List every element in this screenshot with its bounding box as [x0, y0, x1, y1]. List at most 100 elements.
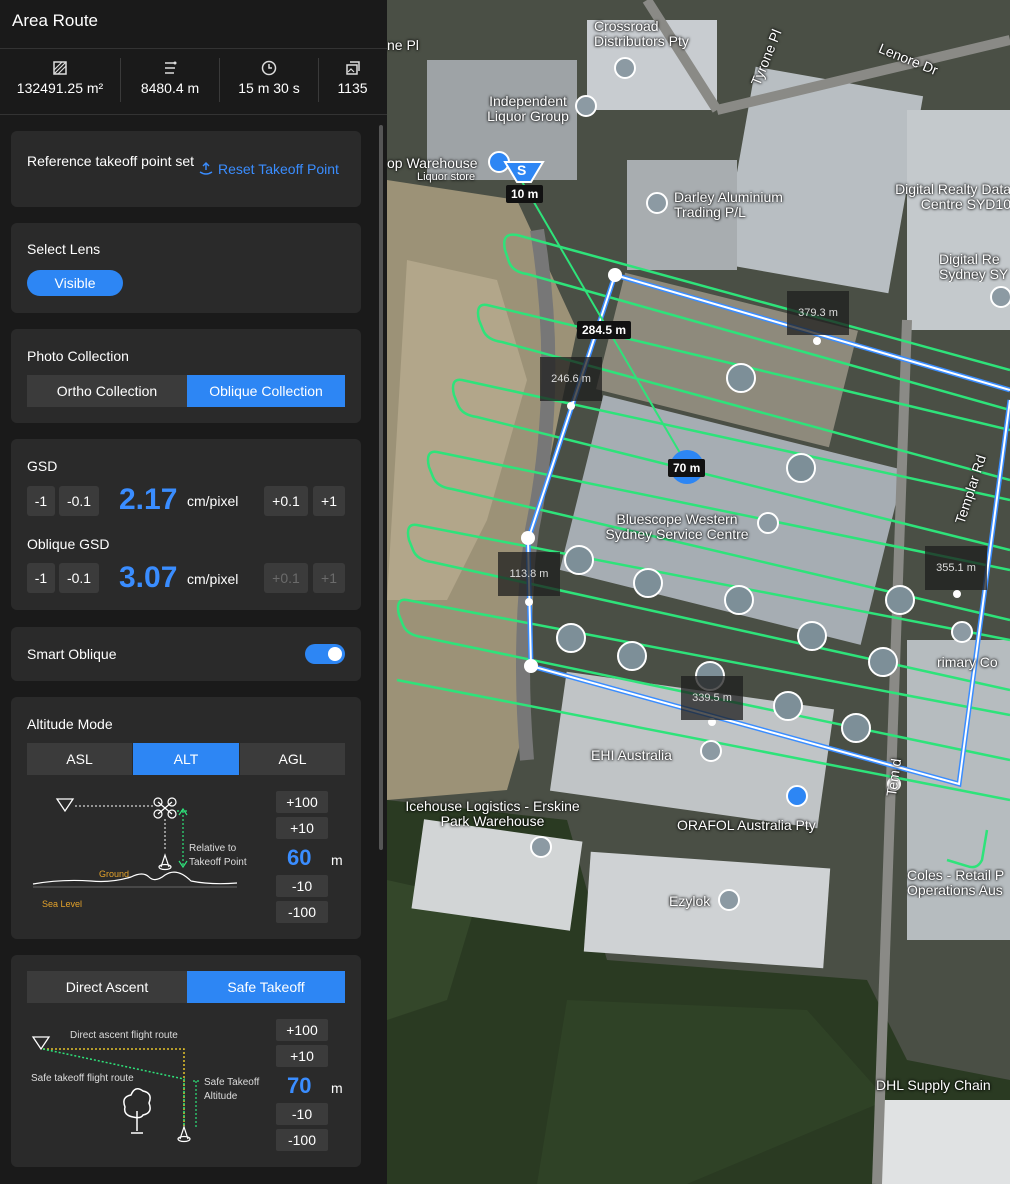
altitude-value: 60: [287, 845, 312, 870]
oblique-gsd-plus-1-button[interactable]: +1: [313, 563, 345, 593]
oblique-collection-button[interactable]: Oblique Collection: [187, 375, 345, 407]
map-label: Bluescope Western Sydney Service Centre: [605, 511, 749, 542]
map-label: Icehouse Logistics - Erskine Park Wareho…: [405, 798, 580, 829]
takeoff-minus-10-button[interactable]: -10: [276, 1103, 328, 1125]
altitude-minus-100-button[interactable]: -100: [276, 901, 328, 923]
takeoff-point-label: Reference takeoff point set: [27, 153, 195, 169]
diagram-ground-text: Ground: [99, 869, 130, 879]
stat-time-value: 15 m 30 s: [238, 80, 300, 96]
map-label: Ezylok: [669, 893, 711, 909]
takeoff-point-card: Reference takeoff point set Reset Takeof…: [11, 131, 361, 207]
map-label: Darley Aluminium Trading P/L: [674, 189, 783, 220]
route-settings-panel: Area Route 132491.25 m² 8480.4 m 15 m 30…: [0, 0, 387, 1184]
map-label: DHL Supply Chain: [876, 1077, 991, 1093]
drone-icon: [153, 797, 177, 819]
diagram-direct-route-text: Direct ascent flight route: [70, 1030, 178, 1041]
altitude-unit: m: [331, 852, 343, 868]
smart-oblique-card: Smart Oblique: [11, 627, 361, 681]
diagram-sea-level-text: Sea Level: [42, 899, 83, 909]
clock-icon: [261, 60, 277, 76]
stat-photos: 1135: [319, 56, 386, 108]
takeoff-triangle-icon: [31, 1036, 51, 1051]
altitude-mode-agl[interactable]: AGL: [240, 743, 345, 775]
route-stats: 132491.25 m² 8480.4 m 15 m 30 s 1135: [0, 56, 387, 108]
takeoff-mode-card: Direct Ascent Safe Takeoff Direct ascent…: [11, 955, 361, 1167]
distance-icon: [165, 61, 177, 74]
gsd-plus-1-button[interactable]: +1: [313, 486, 345, 516]
gsd-plus-01-button[interactable]: +0.1: [264, 486, 308, 516]
oblique-gsd-label: Oblique GSD: [27, 536, 110, 552]
gsd-label: GSD: [27, 458, 58, 474]
map-label: ORAFOL Australia Pty: [677, 817, 816, 833]
distance-label-355m: 355.1 m: [925, 546, 987, 590]
takeoff-point-icon: [158, 853, 172, 871]
divider: [0, 114, 387, 115]
divider: [0, 48, 387, 49]
safe-takeoff-button[interactable]: Safe Takeoff: [187, 971, 345, 1003]
takeoff-plus-10-button[interactable]: +10: [276, 1045, 328, 1067]
takeoff-plus-100-button[interactable]: +100: [276, 1019, 328, 1041]
takeoff-point-icon: [199, 162, 213, 175]
oblique-gsd-plus-01-button[interactable]: +0.1: [264, 563, 308, 593]
altitude-plus-100-button[interactable]: +100: [276, 791, 328, 813]
distance-label-379m: 379.3 m: [787, 291, 849, 335]
ground-line: [32, 871, 238, 885]
map-label: Independent Liquor Group: [487, 93, 569, 124]
smart-oblique-toggle[interactable]: [305, 644, 345, 664]
gsd-value: 2.17: [119, 483, 178, 516]
altitude-minus-10-button[interactable]: -10: [276, 875, 328, 897]
altitude-mode-card: Altitude Mode ASL ALT AGL Relative to Ta…: [11, 697, 361, 939]
gsd-minus-01-button[interactable]: -0.1: [59, 486, 99, 516]
diagram-safe-alt-text-1: Safe Takeoff: [204, 1077, 260, 1088]
flight-route-overlay: [396, 57, 1010, 911]
takeoff-diagram: [31, 1036, 199, 1143]
panel-scrollbar[interactable]: [379, 125, 383, 850]
ortho-collection-button[interactable]: Ortho Collection: [27, 375, 187, 407]
takeoff-triangle-icon: [55, 798, 75, 813]
stat-distance-value: 8480.4 m: [140, 80, 200, 96]
distance-label-246m: 246.6 m: [540, 357, 602, 401]
map-label: Crossroad Distributors Pty: [594, 18, 689, 49]
map-label: rimary Co: [937, 654, 998, 670]
lock-pin-icon: [786, 785, 808, 807]
takeoff-marker-label[interactable]: S: [517, 162, 526, 178]
takeoff-value: 70: [287, 1073, 312, 1098]
diagram-safe-alt-text-2: Altitude: [204, 1091, 238, 1102]
oblique-gsd-minus-1-button[interactable]: -1: [27, 563, 55, 593]
altitude-mode-asl[interactable]: ASL: [27, 743, 132, 775]
gsd-card: GSD -1 -0.1 2.17 cm/pixel +0.1 +1 Obliqu…: [11, 439, 361, 610]
stat-time: 15 m 30 s: [220, 56, 318, 108]
direct-ascent-button[interactable]: Direct Ascent: [27, 971, 187, 1003]
altitude-mode-alt[interactable]: ALT: [133, 743, 239, 775]
stat-area-value: 132491.25 m²: [16, 80, 104, 96]
oblique-gsd-value: 3.07: [119, 561, 178, 594]
photo-collection-card: Photo Collection Ortho Collection Obliqu…: [11, 329, 361, 423]
altitude-plus-10-button[interactable]: +10: [276, 817, 328, 839]
smart-oblique-label: Smart Oblique: [27, 646, 117, 662]
map-label: Digital Re Sydney SY: [939, 252, 1009, 282]
gsd-minus-1-button[interactable]: -1: [27, 486, 55, 516]
distance-label-339m: 339.5 m: [681, 676, 743, 720]
diagram-safe-route-text: Safe takeoff flight route: [31, 1073, 134, 1084]
lens-visible-button[interactable]: Visible: [27, 270, 123, 296]
gsd-unit: cm/pixel: [187, 493, 239, 509]
oblique-gsd-unit: cm/pixel: [187, 571, 239, 587]
altitude-mode-label: Altitude Mode: [27, 716, 113, 732]
distance-label-113m: 113.8 m: [498, 552, 560, 596]
oblique-gsd-minus-01-button[interactable]: -0.1: [59, 563, 99, 593]
photos-icon: [345, 61, 360, 75]
map-label: ne Pl: [387, 37, 419, 53]
diagram-relative-text: Relative to: [189, 843, 237, 854]
map-label: Digital Realty Data Centre SYD10: [895, 181, 1010, 212]
distance-label-70m: 70 m: [668, 459, 706, 477]
satellite-map[interactable]: S 10 m 284.5 m 246.6 m 379.3 m 70 m 113.…: [387, 0, 1010, 1184]
stat-distance: 8480.4 m: [121, 56, 219, 108]
reset-takeoff-button[interactable]: Reset Takeoff Point: [199, 161, 339, 177]
stat-area: 132491.25 m²: [0, 56, 120, 108]
distance-label-284m: 284.5 m: [577, 321, 632, 339]
takeoff-point-icon: [177, 1125, 191, 1143]
takeoff-minus-100-button[interactable]: -100: [276, 1129, 328, 1151]
map-label: EHI Australia: [591, 747, 672, 763]
photo-collection-label: Photo Collection: [27, 348, 129, 364]
toggle-knob: [328, 647, 342, 661]
